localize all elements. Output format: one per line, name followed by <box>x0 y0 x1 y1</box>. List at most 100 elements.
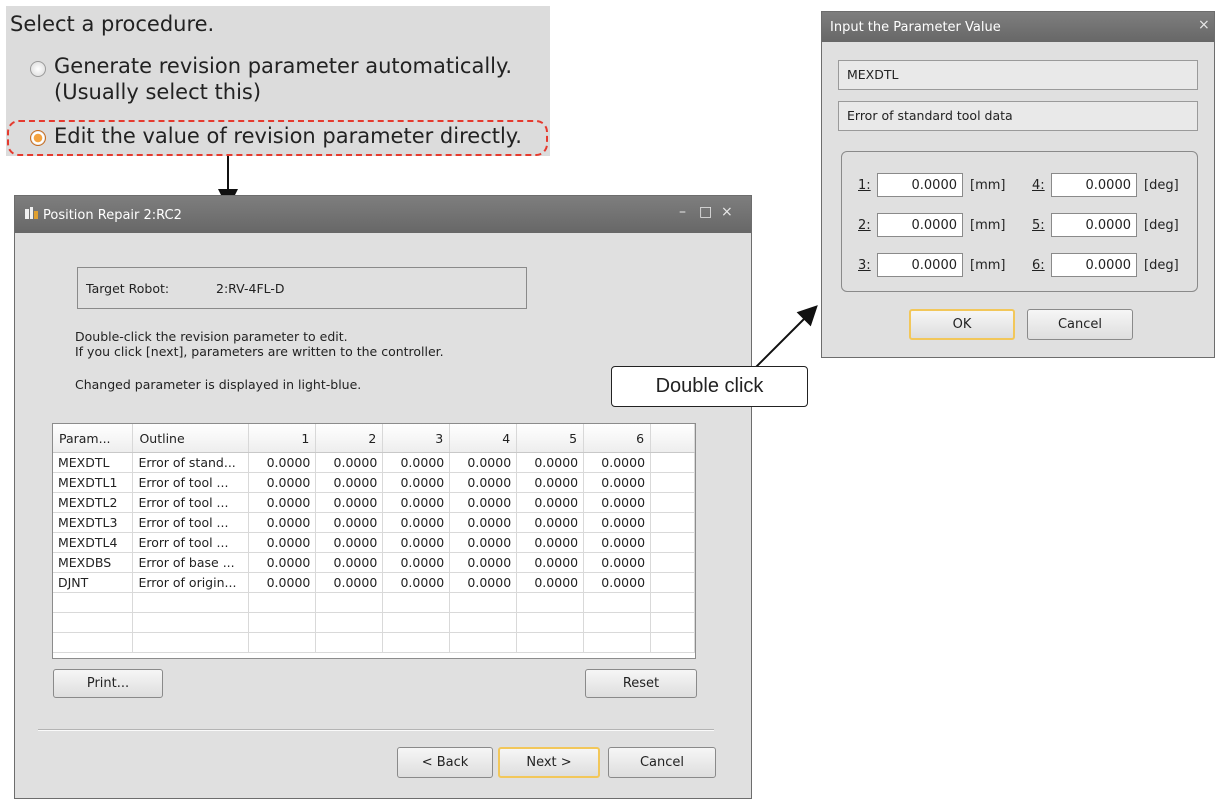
minimize-icon[interactable]: – <box>679 204 686 220</box>
outline-cell[interactable]: Error of tool ... <box>132 492 250 513</box>
value-cell[interactable]: 0.0000 <box>248 532 317 553</box>
value-cell[interactable]: 0.0000 <box>516 532 585 553</box>
param-name-cell[interactable]: MEXDTL2 <box>53 492 134 513</box>
value-cell[interactable]: 0.0000 <box>449 492 518 513</box>
filler-cell <box>650 552 695 573</box>
param-value-input[interactable]: 0.0000 <box>1051 213 1137 237</box>
dialog-close-icon[interactable]: × <box>1198 17 1210 33</box>
value-cell[interactable]: 0.0000 <box>449 572 518 593</box>
value-cell[interactable]: 0.0000 <box>516 492 585 513</box>
value-cell[interactable]: 0.0000 <box>382 532 451 553</box>
value-cell[interactable]: 0.0000 <box>516 472 585 493</box>
table-row[interactable]: MEXDTL4 Erorr of tool ... 0.0000 0.0000 0.00… <box>53 532 695 553</box>
table-row[interactable]: MEXDTL Error of stand... 0.0000 0.0000 0.000… <box>53 452 695 473</box>
value-cell[interactable]: 0.0000 <box>315 512 384 533</box>
value-cell[interactable]: 0.0000 <box>516 552 585 573</box>
column-header[interactable]: Param... <box>53 424 134 453</box>
value-cell[interactable]: 0.0000 <box>449 552 518 573</box>
param-name-cell[interactable]: MEXDTL1 <box>53 472 134 493</box>
param-value-input[interactable]: 0.0000 <box>877 253 963 277</box>
value-cell[interactable]: 0.0000 <box>382 552 451 573</box>
column-header[interactable]: Outline <box>132 424 250 453</box>
double-click-callout: Double click <box>611 366 808 407</box>
outline-cell[interactable]: Error of tool ... <box>132 512 250 533</box>
value-cell[interactable]: 0.0000 <box>583 552 652 573</box>
value-cell[interactable]: 0.0000 <box>315 572 384 593</box>
outline-cell[interactable]: Erorr of tool ... <box>132 532 250 553</box>
param-value-input[interactable]: 0.0000 <box>877 213 963 237</box>
param-name-cell[interactable]: DJNT <box>53 572 134 593</box>
value-cell[interactable]: 0.0000 <box>248 452 317 473</box>
value-cell[interactable]: 0.0000 <box>449 512 518 533</box>
column-header[interactable]: 1 <box>248 424 317 453</box>
cancel-button[interactable]: Cancel <box>608 747 716 778</box>
outline-cell[interactable]: Error of base ... <box>132 552 250 573</box>
outline-cell[interactable]: Error of origin... <box>132 572 250 593</box>
empty-cell <box>449 592 518 613</box>
value-cell[interactable]: 0.0000 <box>315 472 384 493</box>
back-button[interactable]: < Back <box>397 747 493 778</box>
value-cell[interactable]: 0.0000 <box>583 492 652 513</box>
window-titlebar[interactable]: Position Repair 2:RC2 – □ × <box>15 196 751 233</box>
value-cell[interactable]: 0.0000 <box>449 532 518 553</box>
close-icon[interactable]: × <box>721 204 733 220</box>
param-value-input[interactable]: 0.0000 <box>877 173 963 197</box>
column-header[interactable]: 6 <box>583 424 652 453</box>
param-name-cell[interactable]: MEXDBS <box>53 552 134 573</box>
value-cell[interactable]: 0.0000 <box>248 512 317 533</box>
table-row[interactable]: DJNT Error of origin... 0.0000 0.0000 0.0000… <box>53 572 695 593</box>
value-cell[interactable]: 0.0000 <box>449 452 518 473</box>
value-cell[interactable]: 0.0000 <box>516 452 585 473</box>
value-cell[interactable]: 0.0000 <box>248 552 317 573</box>
maximize-icon[interactable]: □ <box>699 204 712 220</box>
empty-cell <box>132 612 250 633</box>
param-name-cell[interactable]: MEXDTL4 <box>53 532 134 553</box>
ok-button[interactable]: OK <box>909 309 1015 340</box>
param-name-cell[interactable]: MEXDTL <box>53 452 134 473</box>
next-button[interactable]: Next > <box>498 747 600 778</box>
param-name-cell[interactable]: MEXDTL3 <box>53 512 134 533</box>
value-cell[interactable]: 0.0000 <box>583 472 652 493</box>
table-row[interactable]: MEXDTL2 Error of tool ... 0.0000 0.0000 0.00… <box>53 492 695 513</box>
value-cell[interactable]: 0.0000 <box>315 532 384 553</box>
table-row[interactable]: MEXDTL1 Error of tool ... 0.0000 0.0000 0.00… <box>53 472 695 493</box>
value-cell[interactable]: 0.0000 <box>248 492 317 513</box>
value-cell[interactable]: 0.0000 <box>315 552 384 573</box>
param-value-input[interactable]: 0.0000 <box>1051 253 1137 277</box>
column-header[interactable]: 3 <box>382 424 451 453</box>
dialog-cancel-button[interactable]: Cancel <box>1027 309 1133 340</box>
value-cell[interactable]: 0.0000 <box>382 492 451 513</box>
value-cell[interactable]: 0.0000 <box>248 572 317 593</box>
value-cell[interactable]: 0.0000 <box>516 572 585 593</box>
value-cell[interactable]: 0.0000 <box>583 532 652 553</box>
column-header[interactable]: 2 <box>315 424 384 453</box>
parameter-table[interactable]: Param... Outline 1 2 3 4 5 6 MEXDTL Error… <box>52 423 696 659</box>
filler-cell <box>650 512 695 533</box>
column-header[interactable]: 5 <box>516 424 585 453</box>
table-row[interactable]: MEXDBS Error of base ... 0.0000 0.0000 0.000… <box>53 552 695 573</box>
next-button-label: Next > <box>526 755 572 770</box>
param-index-label: 1: <box>858 178 871 193</box>
value-cell[interactable]: 0.0000 <box>248 472 317 493</box>
table-row[interactable]: MEXDTL3 Error of tool ... 0.0000 0.0000 0.00… <box>53 512 695 533</box>
param-value-input[interactable]: 0.0000 <box>1051 173 1137 197</box>
value-cell[interactable]: 0.0000 <box>315 492 384 513</box>
value-cell[interactable]: 0.0000 <box>583 452 652 473</box>
print-button[interactable]: Print... <box>53 669 163 698</box>
outline-cell[interactable]: Error of tool ... <box>132 472 250 493</box>
value-cell[interactable]: 0.0000 <box>315 452 384 473</box>
empty-cell <box>315 632 384 653</box>
value-cell[interactable]: 0.0000 <box>382 452 451 473</box>
value-cell[interactable]: 0.0000 <box>382 512 451 533</box>
dialog-titlebar[interactable]: Input the Parameter Value × <box>822 12 1214 42</box>
value-cell[interactable]: 0.0000 <box>382 472 451 493</box>
value-cell[interactable]: 0.0000 <box>583 512 652 533</box>
value-cell[interactable]: 0.0000 <box>516 512 585 533</box>
value-cell[interactable]: 0.0000 <box>382 572 451 593</box>
value-cell[interactable]: 0.0000 <box>583 572 652 593</box>
reset-button[interactable]: Reset <box>585 669 697 698</box>
column-header[interactable]: 4 <box>449 424 518 453</box>
outline-cell[interactable]: Error of stand... <box>132 452 250 473</box>
value-cell[interactable]: 0.0000 <box>449 472 518 493</box>
empty-cell <box>516 632 585 653</box>
